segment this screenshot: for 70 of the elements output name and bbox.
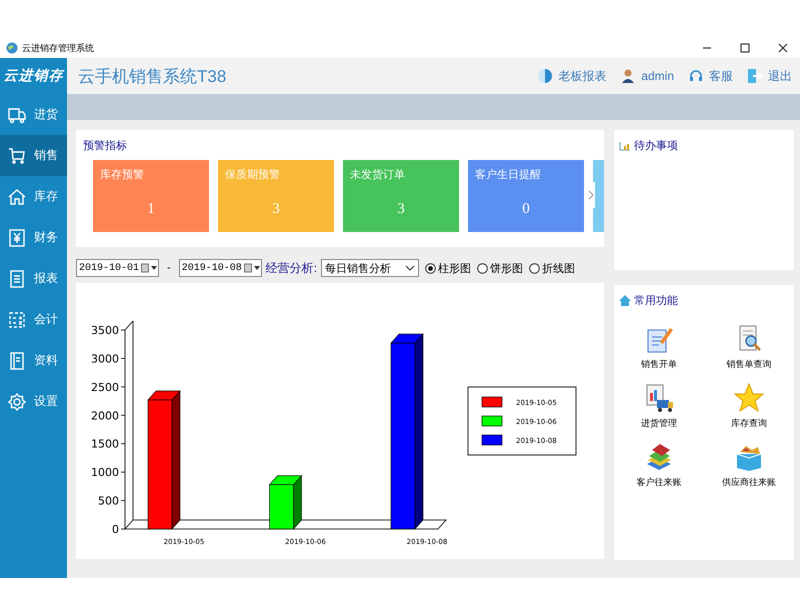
yen-icon [8, 228, 26, 246]
header-link[interactable]: admin [641, 69, 674, 83]
calc-icon [8, 310, 26, 328]
y-tick-label: 3500 [91, 324, 119, 337]
analysis-dropdown[interactable]: 每日销售分析 [321, 259, 420, 277]
truck-icon [8, 106, 26, 124]
calendar-icon[interactable] [244, 263, 252, 273]
panel-title: 常用功能 [634, 294, 678, 308]
header-link[interactable]: 退出 [768, 68, 792, 84]
header-link[interactable]: 客服 [709, 68, 733, 84]
pie-icon [537, 68, 554, 84]
panel-title: 预警指标 [82, 139, 128, 152]
shortcut-label[interactable]: 进货管理 [641, 417, 677, 430]
brand-logo: 云进销存 [2, 67, 66, 86]
analysis-label: 经营分析: [266, 260, 318, 276]
sidebar-item[interactable]: 设置 [0, 381, 67, 422]
radio-button[interactable] [477, 262, 488, 274]
calendar-icon[interactable] [141, 263, 150, 273]
y-tick-label: 2000 [91, 409, 119, 422]
warning-card[interactable]: 库存预警 1 [93, 160, 209, 232]
sidebar-item[interactable]: 财务 [0, 217, 67, 258]
y-tick-label: 2500 [91, 380, 119, 394]
exit-icon [747, 68, 763, 84]
sidebar-item[interactable]: 进货 [0, 94, 67, 135]
app-globe-icon [6, 42, 18, 54]
sidebar-item[interactable]: 资料 [0, 340, 67, 381]
window-title: 云进销存管理系统 [22, 42, 94, 54]
chevron-down-icon[interactable] [405, 265, 416, 271]
panel-title: 待办事项 [634, 139, 678, 153]
sidebar-item[interactable]: 库存 [0, 176, 67, 217]
radio-label[interactable]: 柱形图 [438, 260, 472, 276]
y-tick-label: 3000 [91, 352, 119, 366]
gear-icon [8, 392, 26, 410]
sidebar-item[interactable]: 报表 [0, 258, 67, 299]
shortcut-label[interactable]: 客户往来账 [636, 476, 682, 489]
sidebar-item[interactable]: 销售 [0, 135, 67, 176]
header-link[interactable]: 老板报表 [558, 68, 606, 84]
cart-icon [8, 146, 26, 164]
headset-icon [688, 68, 704, 84]
caret-icon[interactable] [151, 266, 158, 270]
shortcut-label[interactable]: 销售开单 [641, 358, 677, 371]
list-icon [8, 270, 26, 288]
house-icon [8, 188, 26, 206]
y-tick-label: 1500 [91, 438, 119, 451]
radio-label[interactable]: 饼形图 [490, 260, 524, 276]
maximize-button[interactable] [740, 43, 750, 53]
warning-card[interactable]: 未发货订单 3 [343, 160, 459, 232]
shortcut-label[interactable]: 销售单查询 [726, 358, 772, 371]
date-separator: - [167, 262, 171, 274]
sidebar-item[interactable]: 会计 [0, 299, 67, 340]
date-field[interactable]: 2019-10-01 [76, 259, 160, 277]
star-icon[interactable] [734, 383, 764, 413]
chart-small-icon [619, 140, 631, 150]
house-icon [619, 295, 631, 306]
shortcut-label[interactable]: 供应商往来账 [722, 476, 776, 489]
y-tick-label: 500 [98, 494, 119, 508]
radio-button[interactable] [425, 262, 436, 274]
radio-button[interactable] [529, 262, 540, 274]
user-icon [620, 68, 636, 84]
shortcut-label[interactable]: 库存查询 [731, 417, 767, 430]
date-field[interactable]: 2019-10-08 [178, 259, 262, 277]
radio-label[interactable]: 折线图 [542, 260, 576, 276]
book-icon [8, 352, 26, 370]
y-tick-label: 1000 [91, 466, 119, 480]
app-title: 云手机销售系统T38 [78, 66, 226, 88]
warning-card[interactable]: 客户生日提醒 0 [468, 160, 584, 232]
caret-icon[interactable] [254, 266, 260, 270]
truck-document-icon[interactable] [644, 383, 674, 413]
y-tick-label: 0 [112, 523, 119, 536]
close-button[interactable] [778, 43, 788, 53]
